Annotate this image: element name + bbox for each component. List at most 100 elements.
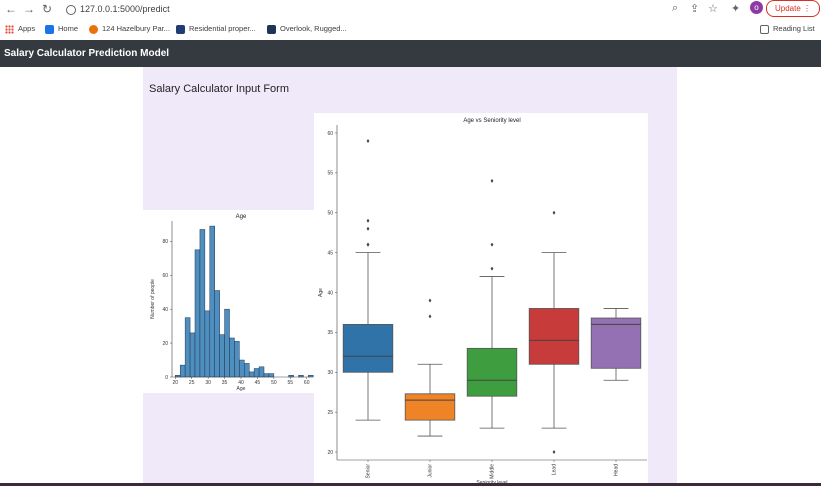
age-seniority-boxplot-svg: Age vs Seniority level 20 25 30 35 40 45 50 55 60… xyxy=(318,118,647,486)
histogram-bar xyxy=(194,249,201,378)
back-icon[interactable]: ← xyxy=(4,2,18,16)
histogram-bar xyxy=(239,359,245,378)
bookmark-overlook[interactable]: Overlook, Rugged... xyxy=(267,23,347,35)
histogram-bar xyxy=(219,334,225,378)
y-tick-label: 50 xyxy=(327,211,333,217)
reading-list-icon xyxy=(760,24,769,34)
box-junior xyxy=(404,393,456,421)
y-tick-label: 20 xyxy=(327,450,333,456)
y-tick-label: 40 xyxy=(162,307,168,313)
x-tick-label: 50 xyxy=(271,380,277,386)
bookmark-label: Residential proper... xyxy=(189,24,256,33)
histogram-bar xyxy=(199,229,206,378)
outlier-point xyxy=(552,210,556,215)
outlier-point xyxy=(366,218,370,223)
update-button[interactable]: Update ⋮ xyxy=(766,0,820,17)
bookmark-label: Overlook, Rugged... xyxy=(280,24,347,33)
bookmarks-bar: Apps Home 124 Hazelbury Par... Residenti… xyxy=(0,20,821,38)
box-middle xyxy=(466,347,518,397)
x-tick-label: Middle xyxy=(490,464,496,479)
extensions-icon[interactable]: ✦ xyxy=(731,2,740,16)
age-histogram-chart: Age 20 25 30 35 40 45 50 55 60 0 20 40 60 80 Age Number … xyxy=(142,210,315,393)
bookmark-residential[interactable]: Residential proper... xyxy=(176,23,256,35)
bookmark-hazelbury[interactable]: 124 Hazelbury Par... xyxy=(89,23,170,35)
overlook-favicon-icon xyxy=(267,24,276,34)
hazelbury-favicon-icon xyxy=(89,24,98,34)
bookmark-label: Home xyxy=(58,24,79,33)
reading-list-button[interactable]: Reading List xyxy=(760,23,815,35)
zoom-icon[interactable]: ⌕ xyxy=(672,2,678,16)
y-tick-label: 35 xyxy=(327,330,333,336)
histogram-bar xyxy=(184,317,191,378)
outlier-point xyxy=(490,242,494,247)
reload-icon[interactable]: ↻ xyxy=(40,2,54,16)
browser-chrome: ← → ↻ 127.0.0.1:5000/predict ⌕ ⇪ ☆ ✦ o U… xyxy=(0,0,821,41)
star-icon[interactable]: ☆ xyxy=(708,2,718,16)
x-axis-label: Age xyxy=(237,386,246,392)
address-bar[interactable]: 127.0.0.1:5000/predict xyxy=(60,1,740,17)
reading-list-label: Reading List xyxy=(773,24,815,33)
outlier-point xyxy=(366,138,370,143)
histogram-bar xyxy=(234,341,240,378)
y-tick-label: 45 xyxy=(327,250,333,256)
box-senior xyxy=(342,324,394,373)
x-tick-label: 35 xyxy=(222,380,228,386)
y-tick-label: 25 xyxy=(327,410,333,416)
age-seniority-boxplot-chart: Age vs Seniority level 20 25 30 35 40 45 50 55 60… xyxy=(314,113,648,486)
box-head xyxy=(590,317,642,369)
navbar: Salary Calculator Prediction Model xyxy=(0,40,821,67)
x-tick-label: Head xyxy=(614,464,620,476)
outlier-point xyxy=(428,298,432,303)
y-tick-label: 20 xyxy=(162,341,168,347)
y-tick-label: 60 xyxy=(327,131,333,137)
y-tick-label: 80 xyxy=(162,239,168,245)
page-title: Salary Calculator Input Form xyxy=(149,83,289,95)
chart-title: Age xyxy=(236,214,247,220)
navbar-brand[interactable]: Salary Calculator Prediction Model xyxy=(4,40,169,67)
bookmark-label: Apps xyxy=(18,24,36,33)
site-info-icon[interactable] xyxy=(66,4,76,15)
histogram-bar xyxy=(179,364,186,378)
histogram-bar xyxy=(229,337,235,378)
y-tick-label: 55 xyxy=(327,171,333,177)
histogram-bar xyxy=(244,363,250,378)
share-icon[interactable]: ⇪ xyxy=(690,2,699,16)
histogram-bar xyxy=(253,368,260,378)
y-axis-label: Number of people xyxy=(150,279,156,319)
y-tick-label: 0 xyxy=(165,375,168,381)
histogram-bar xyxy=(263,373,270,378)
chart-title: Age vs Seniority level xyxy=(463,118,520,124)
outlier-point xyxy=(366,226,370,231)
histogram-bar xyxy=(214,290,220,378)
histogram-bar xyxy=(268,373,275,378)
y-axis-label: Age xyxy=(318,288,324,297)
histogram-bar xyxy=(248,371,255,378)
bookmark-label: 124 Hazelbury Par... xyxy=(102,24,170,33)
home-favicon-icon xyxy=(45,24,54,34)
x-tick-label: Senior xyxy=(366,464,372,479)
x-tick-label: 25 xyxy=(189,380,195,386)
apps-grid-icon xyxy=(5,24,14,34)
x-tick-label: 20 xyxy=(173,380,179,386)
y-tick-label: 60 xyxy=(162,273,168,279)
outlier-point xyxy=(366,242,370,247)
y-tick-label: 30 xyxy=(327,370,333,376)
histogram-bar xyxy=(204,310,211,378)
forward-icon[interactable]: → xyxy=(22,2,36,16)
x-tick-label: Lead xyxy=(552,464,558,475)
box-lead xyxy=(528,308,580,365)
x-tick-label: 30 xyxy=(205,380,211,386)
histogram-bar xyxy=(189,332,196,378)
outlier-point xyxy=(428,314,432,319)
histogram-bar xyxy=(224,308,230,378)
profile-avatar[interactable]: o xyxy=(750,1,763,14)
histogram-bar xyxy=(209,225,215,378)
residential-favicon-icon xyxy=(176,24,185,34)
bookmark-apps[interactable]: Apps xyxy=(5,23,35,35)
x-tick-label: 60 xyxy=(304,380,310,386)
x-tick-label: 55 xyxy=(288,380,294,386)
update-label: Update xyxy=(774,4,801,13)
outlier-point xyxy=(552,450,556,455)
outlier-point xyxy=(490,178,494,183)
bookmark-home[interactable]: Home xyxy=(45,23,78,35)
